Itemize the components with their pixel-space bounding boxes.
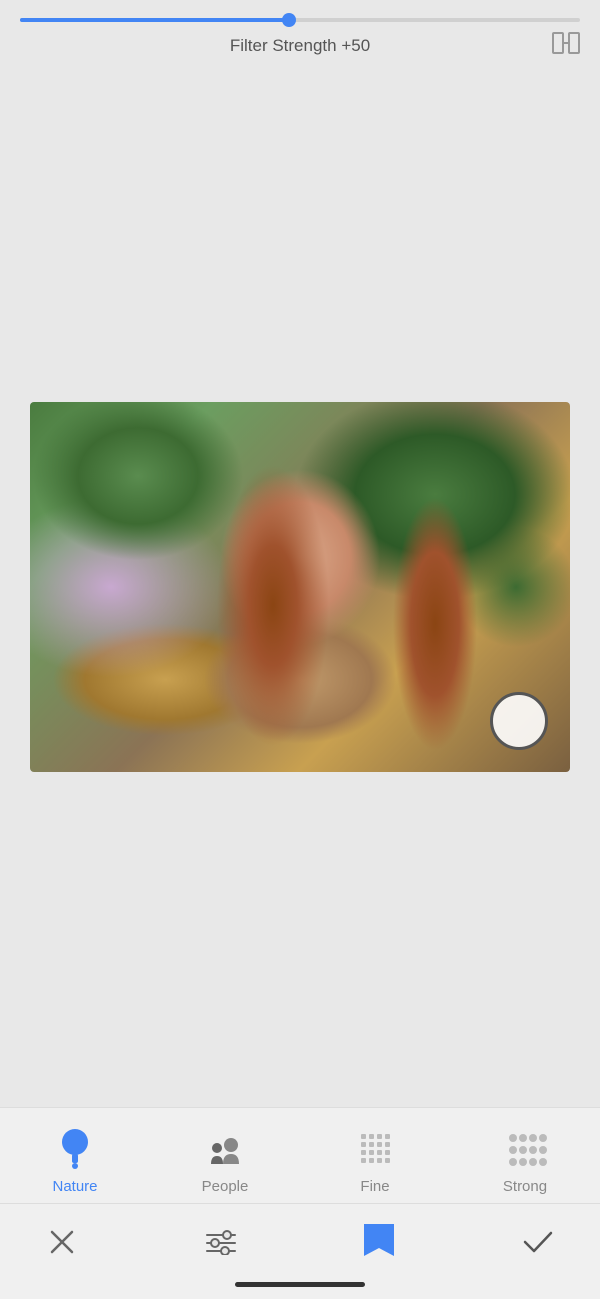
fine-label: Fine xyxy=(360,1178,389,1195)
bottom-toolbar xyxy=(0,1203,600,1274)
fine-icon xyxy=(351,1124,399,1172)
home-indicator xyxy=(0,1274,600,1299)
filter-tab-people[interactable]: People xyxy=(185,1124,265,1195)
filter-strength-label: Filter Strength +50 xyxy=(20,36,580,56)
portrait-image-container xyxy=(30,402,570,772)
filter-tab-nature[interactable]: Nature xyxy=(35,1124,115,1195)
filter-tab-strong[interactable]: Strong xyxy=(485,1124,565,1195)
strong-label: Strong xyxy=(503,1178,547,1195)
filter-preset-button[interactable] xyxy=(357,1220,401,1264)
filter-tabs: Nature People xyxy=(0,1107,600,1203)
slider-fill xyxy=(20,18,289,22)
image-area xyxy=(0,66,600,1107)
cancel-button[interactable] xyxy=(40,1220,84,1264)
drag-handle[interactable] xyxy=(490,692,548,750)
adjustments-button[interactable] xyxy=(199,1220,243,1264)
slider-thumb[interactable] xyxy=(282,13,296,27)
people-icon xyxy=(201,1124,249,1172)
nature-label: Nature xyxy=(52,1178,97,1195)
filter-tab-fine[interactable]: Fine xyxy=(335,1124,415,1195)
slider-area: Filter Strength +50 xyxy=(0,0,600,66)
confirm-button[interactable] xyxy=(516,1220,560,1264)
people-label: People xyxy=(202,1178,249,1195)
home-bar xyxy=(235,1282,365,1287)
compare-icon[interactable] xyxy=(552,32,580,60)
nature-icon xyxy=(51,1124,99,1172)
portrait-image xyxy=(30,402,570,772)
strong-icon xyxy=(501,1124,549,1172)
filter-strength-slider[interactable] xyxy=(20,18,580,22)
